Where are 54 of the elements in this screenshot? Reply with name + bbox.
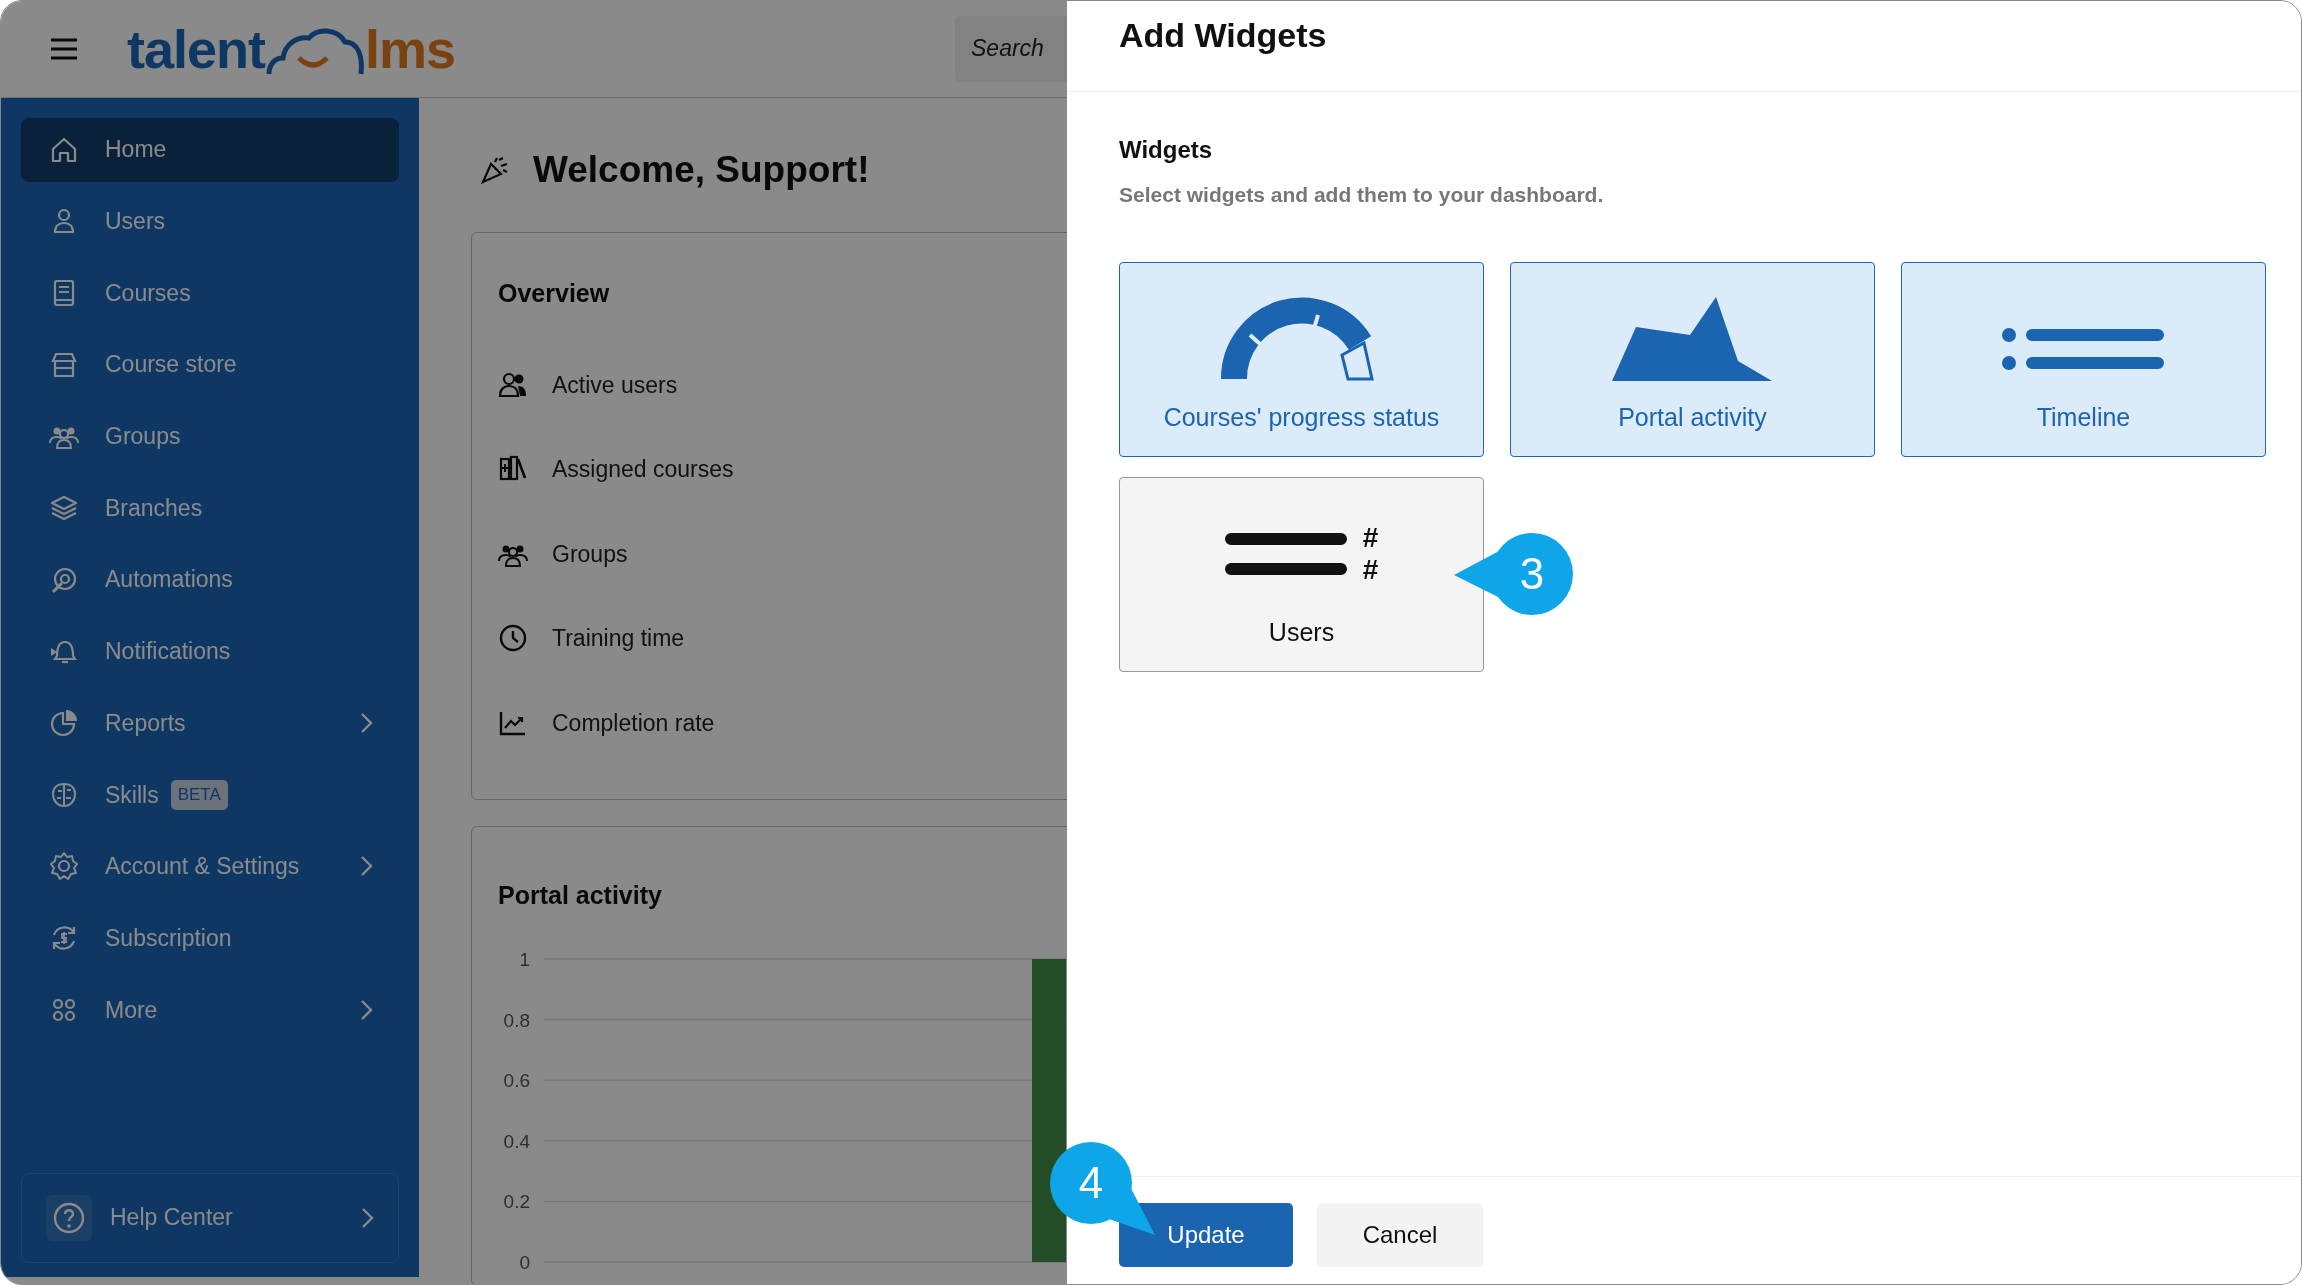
sidebar-item[interactable]: Courses [21, 261, 399, 325]
question-icon [53, 1201, 85, 1234]
drawer-title: Add Widgets [1119, 15, 1328, 56]
search-field[interactable]: Search [955, 15, 1067, 82]
hash-mark: # [1362, 554, 1379, 587]
list-icon [2001, 327, 2166, 372]
sidebar-item[interactable]: Skills BETA [21, 762, 399, 827]
party-popper-icon [481, 155, 509, 184]
pie-chart-icon [49, 708, 79, 739]
sidebar-item[interactable]: Subscription [21, 906, 399, 971]
overview-item: Assigned courses [552, 455, 734, 484]
axis-tick-label: 1 [519, 948, 530, 970]
help-center-button[interactable]: Help Center [21, 1172, 399, 1263]
hash-mark: # [1362, 522, 1379, 555]
logo-text: lms [365, 21, 456, 76]
cloud-logo-icon [265, 25, 366, 76]
sidebar-item[interactable]: Groups [21, 404, 399, 469]
update-button[interactable]: Update [1119, 1203, 1293, 1267]
sidebar-item[interactable]: Branches [21, 476, 399, 541]
sidebar-item[interactable]: More [21, 977, 399, 1042]
overview-item: Active users [552, 370, 678, 400]
overview-item: Completion rate [552, 708, 715, 738]
axis-tick-label: 0 [519, 1251, 530, 1273]
cancel-button[interactable]: Cancel [1317, 1203, 1483, 1267]
gear-icon [49, 851, 79, 882]
beta-badge: BETA [170, 780, 228, 810]
sidebar-item[interactable]: Automations [21, 547, 399, 612]
axis-tick-label: 0.4 [503, 1130, 530, 1152]
sidebar-item[interactable]: Home [21, 117, 399, 182]
overview-item: Training time [552, 624, 685, 653]
sidebar-item[interactable]: Users [21, 189, 399, 254]
widget-card[interactable]: Portal activity [1510, 262, 1875, 458]
area-chart-icon [1611, 297, 1774, 382]
section-title: Widgets [1119, 136, 1214, 165]
axis-tick-label: 0.8 [503, 1009, 530, 1031]
sidebar-item[interactable]: Course store [21, 332, 399, 397]
axis-tick-label: 0.6 [503, 1069, 530, 1091]
overview-item: Groups [552, 539, 628, 569]
clock-icon [498, 623, 528, 654]
card-title: Portal activity [498, 880, 663, 911]
axis-tick-label: 0.2 [503, 1190, 530, 1212]
widget-card[interactable]: Courses' progress status [1119, 262, 1484, 458]
welcome-heading: Welcome, Support! [533, 147, 870, 192]
sidebar-item[interactable]: Notifications [21, 619, 399, 684]
modal-backdrop[interactable] [1, 1, 1067, 1284]
lines-icon [1224, 532, 1347, 577]
widget-card[interactable]: Timeline [1901, 262, 2266, 458]
menu-icon[interactable] [49, 36, 79, 61]
sidebar-item[interactable]: Reports [21, 691, 399, 756]
logo-text: talent [127, 21, 266, 76]
sidebar-item[interactable]: Account & Settings [21, 834, 399, 899]
widget-card[interactable]: # # Users [1119, 477, 1484, 673]
card-title: Overview [498, 278, 611, 309]
section-subtitle: Select widgets and add them to your dashboard. [1119, 181, 1605, 208]
